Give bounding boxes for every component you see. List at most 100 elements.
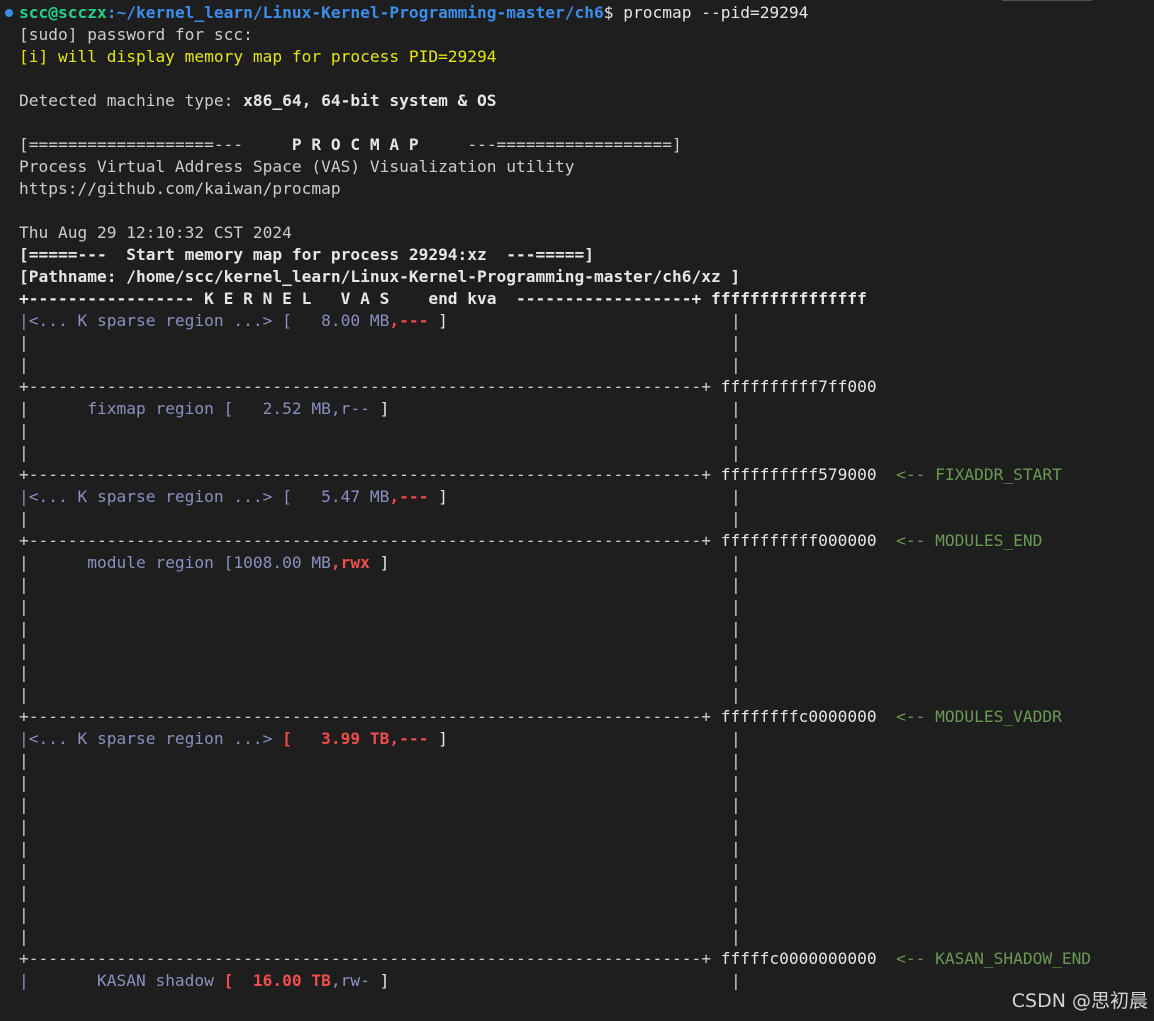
region-size: 3.99 TB: [291, 729, 390, 748]
command-text: procmap --pid=29294: [623, 3, 809, 22]
region-border: |: [19, 817, 29, 836]
region-row: | KASAN shadow [ 16.00 TB,rw- ] |: [19, 970, 1154, 992]
separator: +---------------------------------------…: [19, 531, 711, 550]
banner-line: [===================--- P R O C M A P --…: [19, 134, 1154, 156]
region-border: |: [19, 487, 29, 506]
region-border: |: [19, 553, 29, 572]
region-border: |: [19, 927, 29, 946]
info-line: [i] will display memory map for process …: [19, 47, 497, 66]
region-close: ]: [369, 399, 390, 418]
region-spacer-row: | |: [19, 882, 1154, 904]
region-border: |: [731, 795, 741, 814]
region-spacer-row: | |: [19, 640, 1154, 662]
region-spacer-row: | |: [19, 794, 1154, 816]
kernel-vas-header: +----------------- K E R N E L V A S end…: [19, 288, 1154, 310]
start-map-line: [=====--- Start memory map for process 2…: [19, 245, 594, 264]
region-border: |: [19, 355, 29, 374]
region-row: | <... K sparse region ...> [ 3.99 TB,---…: [19, 728, 1154, 750]
region-border: |: [731, 663, 741, 682]
region-row: |<... K sparse region ...> [ 8.00 MB,---…: [19, 310, 1154, 332]
region-label: <... K sparse region ...>: [28, 729, 283, 748]
region-border: |: [731, 619, 741, 638]
region-border: |: [19, 685, 29, 704]
separator: +---------------------------------------…: [19, 377, 711, 396]
region-separator-row: +---------------------------------------…: [19, 464, 1154, 486]
region-spacer-row: | |: [19, 420, 1154, 442]
region-border: |: [19, 905, 29, 924]
machine-label: Detected machine type:: [19, 91, 244, 110]
region-border: |: [19, 575, 29, 594]
region-spacer-row: | |: [19, 442, 1154, 464]
address-label: ffffffffff7ff000: [720, 377, 877, 396]
address-label: ffffffffff579000: [720, 465, 877, 484]
region-border: |: [19, 597, 29, 616]
region-spacer-row: | |: [19, 684, 1154, 706]
region-close: ]: [428, 487, 448, 506]
region-perm: ,---: [389, 729, 429, 748]
region-border: |: [731, 839, 741, 858]
marker-label: <-- FIXADDR_START: [896, 465, 1062, 484]
pathname-line: [Pathname: /home/scc/kernel_learn/Linux-…: [19, 267, 741, 286]
prompt-symbol: $: [603, 3, 624, 22]
region-separator-row: +---------------------------------------…: [19, 948, 1154, 970]
region-label: <... K sparse region ...> [: [28, 311, 292, 330]
region-spacer-row: | |: [19, 816, 1154, 838]
region-border: |: [731, 509, 741, 528]
region-border: |: [19, 509, 29, 528]
region-spacer-row: | |: [19, 750, 1154, 772]
region-border: |: [731, 443, 741, 462]
region-size: 8.00 MB: [291, 311, 390, 330]
region-border: |: [731, 883, 741, 902]
region-border: |: [731, 333, 741, 352]
sudo-line: [sudo] password for scc:: [19, 25, 253, 44]
region-spacer-row: | |: [19, 662, 1154, 684]
csdn-watermark: CSDN @思初晨: [1011, 990, 1148, 1012]
region-label: <... K sparse region ...> [: [28, 487, 292, 506]
region-border: |: [731, 487, 741, 506]
region-close: ]: [369, 971, 390, 990]
region-border: |: [19, 421, 29, 440]
terminal-output[interactable]: scc@scczx:~/kernel_learn/Linux-Kernel-Pr…: [19, 2, 1154, 992]
region-spacer-row: | |: [19, 772, 1154, 794]
region-border: |: [731, 817, 741, 836]
region-perm: ,rw-: [330, 971, 370, 990]
region-border: |: [19, 641, 29, 660]
region-row: | fixmap region [ 2.52 MB,r-- ] |: [19, 398, 1154, 420]
command-line: scc@scczx:~/kernel_learn/Linux-Kernel-Pr…: [19, 2, 1154, 24]
region-row: |<... K sparse region ...> [ 5.47 MB,---…: [19, 486, 1154, 508]
region-border: |: [731, 927, 741, 946]
separator: +---------------------------------------…: [19, 949, 711, 968]
region-border: |: [731, 399, 741, 418]
region-border: |: [731, 729, 741, 748]
region-separator-row: +---------------------------------------…: [19, 706, 1154, 728]
region-border: |: [19, 773, 29, 792]
region-border: |: [731, 421, 741, 440]
region-border: |: [19, 839, 29, 858]
region-border: |: [731, 575, 741, 594]
region-close: ]: [428, 729, 448, 748]
region-border: |: [731, 597, 741, 616]
region-border: |: [731, 971, 741, 990]
region-spacer-row: | |: [19, 618, 1154, 640]
region-border: |: [19, 399, 29, 418]
region-border: |: [19, 861, 29, 880]
region-border: |: [731, 553, 741, 572]
address-label: ffffffffff000000: [720, 531, 877, 550]
region-spacer-row: | |: [19, 574, 1154, 596]
region-border: |: [731, 773, 741, 792]
region-border: |: [731, 861, 741, 880]
banner-left: [===================---: [19, 135, 292, 154]
banner-title: P R O C M A P: [291, 135, 419, 154]
machine-value: x86_64, 64-bit system & OS: [243, 91, 497, 110]
region-perm: ,---: [389, 311, 429, 330]
region-label: KASAN shadow: [28, 971, 224, 990]
marker-label: <-- MODULES_END: [896, 531, 1043, 550]
region-spacer-row: | |: [19, 332, 1154, 354]
region-spacer-row: | |: [19, 926, 1154, 948]
region-border: |: [19, 333, 29, 352]
region-open: [: [282, 729, 292, 748]
region-border: |: [731, 685, 741, 704]
region-perm: ,r--: [330, 399, 370, 418]
region-close: ]: [369, 553, 390, 572]
